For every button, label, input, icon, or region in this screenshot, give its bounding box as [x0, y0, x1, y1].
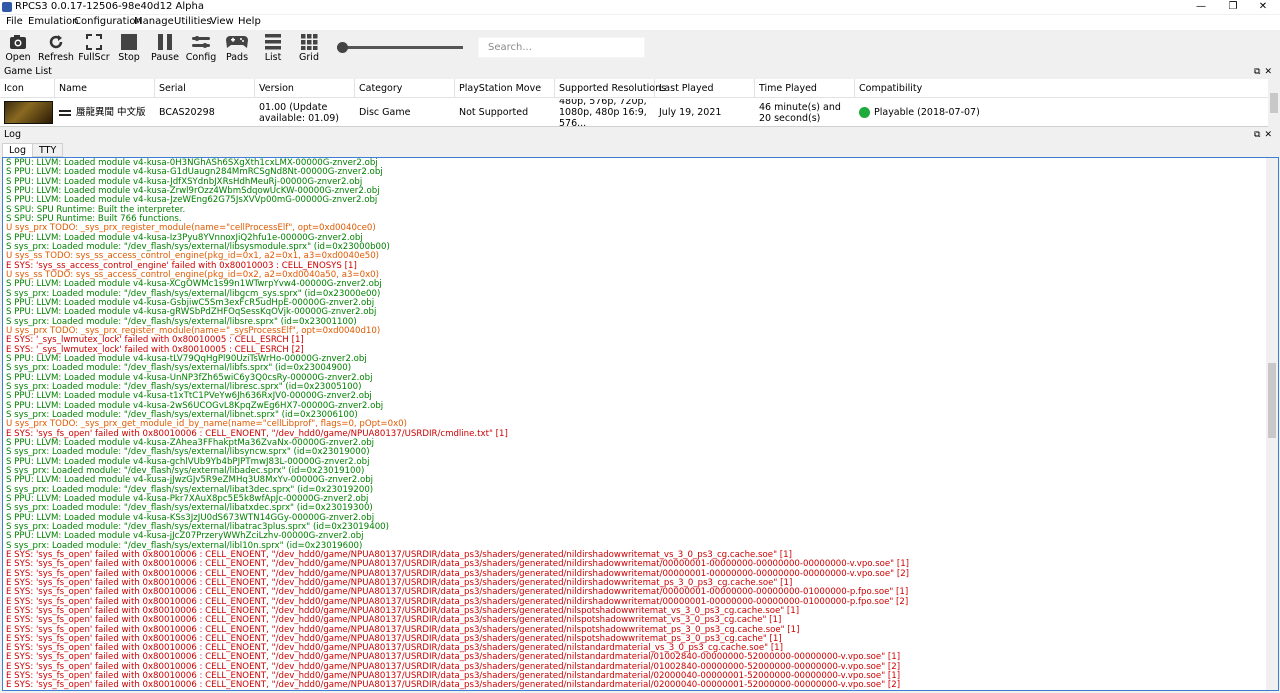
col-compatibility[interactable]: Compatibility	[855, 79, 1268, 98]
pause-button[interactable]: Pause	[145, 34, 185, 64]
refresh-label: Refresh	[38, 52, 74, 63]
game-resolutions: 480p, 576p, 720p, 1080p, 480p 16:9, 576.…	[559, 99, 647, 126]
open-icon	[10, 35, 26, 49]
refresh-icon	[49, 35, 63, 49]
log-view[interactable]: S PPU: LLVM: Loaded module v4-kusa-0H3NG…	[2, 157, 1279, 691]
game-move: Not Supported	[459, 107, 529, 118]
log-scroll-thumb[interactable]	[1268, 363, 1276, 438]
grid-icon	[301, 34, 318, 50]
game-compatibility-cell: Playable (2018-07-07)	[855, 99, 1155, 126]
minimize-button[interactable]: —	[1184, 0, 1218, 14]
game-list-header: Game List ⧉✕	[0, 66, 1280, 78]
menu-utilities[interactable]: Utilities	[174, 16, 212, 27]
grid-label: Grid	[299, 52, 319, 63]
game-list-scroll-thumb[interactable]	[1270, 93, 1278, 113]
game-list-columns: Icon Name Serial Version Category PlaySt…	[0, 79, 1268, 98]
pause-label: Pause	[151, 52, 179, 63]
col-last-played[interactable]: Last Played	[655, 79, 755, 98]
close-button[interactable]: ✕	[1246, 0, 1280, 14]
game-name-cell: 蜃龍異聞 中文版	[55, 99, 155, 126]
game-name: 蜃龍異聞 中文版	[76, 107, 146, 118]
open-button[interactable]: Open	[0, 34, 38, 64]
list-icon	[265, 34, 281, 50]
pads-label: Pads	[225, 52, 249, 63]
log-line: E SYS: 'sys_fs_open' failed with 0x80010…	[6, 680, 901, 691]
log-title: Log	[4, 129, 21, 140]
game-list-dock-buttons[interactable]: ⧉✕	[1254, 66, 1276, 78]
game-last-played: July 19, 2021	[659, 107, 722, 118]
game-compatibility: Playable (2018-07-07)	[874, 107, 980, 118]
log-scrollbar[interactable]	[1266, 158, 1278, 690]
icon-size-slider[interactable]	[337, 46, 463, 49]
game-time-played: 46 minute(s) and 20 second(s)	[759, 101, 841, 124]
menu-bar: File Emulation Configuration Manage Util…	[0, 15, 1280, 30]
menu-emulation[interactable]: Emulation	[28, 16, 78, 27]
refresh-button[interactable]: Refresh	[36, 34, 76, 64]
list-button[interactable]: List	[253, 34, 293, 64]
maximize-button[interactable]: ❐	[1216, 0, 1250, 14]
fullscreen-icon	[86, 34, 102, 50]
compatibility-status-icon	[859, 107, 870, 118]
search-input[interactable]: Search...	[478, 37, 645, 58]
stop-button[interactable]: Stop	[109, 34, 149, 64]
config-label: Config	[185, 52, 217, 63]
list-label: List	[264, 52, 282, 63]
fullscreen-label: FullScr	[78, 52, 110, 63]
col-version[interactable]: Version	[255, 79, 355, 98]
col-icon[interactable]: Icon	[0, 79, 55, 98]
menu-manage[interactable]: Manage	[134, 16, 174, 27]
col-move[interactable]: PlayStation Move	[455, 79, 555, 98]
tab-log[interactable]: Log	[2, 143, 33, 157]
col-name[interactable]: Name	[55, 79, 155, 98]
config-button[interactable]: Config	[181, 34, 221, 64]
fullscreen-button[interactable]: FullScr	[74, 34, 114, 64]
window-title: RPCS3 0.0.17-12506-98e40d12 Alpha	[15, 1, 204, 12]
col-resolutions[interactable]: Supported Resolutions	[555, 79, 666, 98]
stop-label: Stop	[118, 52, 140, 63]
game-type-icon	[59, 109, 71, 116]
icon-size-slider-thumb[interactable]	[337, 42, 348, 53]
col-time-played[interactable]: Time Played	[755, 79, 855, 98]
game-version: 01.00 (Update available: 01.09)	[259, 101, 340, 124]
game-category: Disc Game	[359, 107, 411, 118]
game-list-table: Icon Name Serial Version Category PlaySt…	[0, 79, 1280, 127]
title-bar: RPCS3 0.0.17-12506-98e40d12 Alpha — ❐ ✕	[0, 0, 1280, 14]
pause-icon	[158, 34, 172, 50]
game-icon	[4, 101, 53, 124]
gamepad-icon	[226, 36, 248, 48]
config-icon	[192, 36, 210, 48]
game-list-title: Game List	[4, 66, 52, 77]
game-row[interactable]: 蜃龍異聞 中文版 BCAS20298 01.00 (Update availab…	[0, 99, 1268, 126]
col-category[interactable]: Category	[355, 79, 455, 98]
log-header: Log ⧉✕	[0, 129, 1280, 141]
log-dock-buttons[interactable]: ⧉✕	[1254, 129, 1276, 141]
stop-icon	[121, 34, 137, 50]
tab-tty[interactable]: TTY	[32, 143, 64, 157]
pads-button[interactable]: Pads	[217, 34, 257, 64]
col-serial[interactable]: Serial	[155, 79, 255, 98]
menu-view[interactable]: View	[210, 16, 234, 27]
open-label: Open	[5, 52, 31, 63]
menu-configuration[interactable]: Configuration	[74, 16, 142, 27]
app-icon	[2, 2, 12, 12]
menu-file[interactable]: File	[6, 16, 23, 27]
game-serial: BCAS20298	[159, 107, 215, 118]
game-list-scrollbar[interactable]	[1268, 79, 1280, 127]
grid-button[interactable]: Grid	[289, 34, 329, 64]
menu-help[interactable]: Help	[238, 16, 261, 27]
